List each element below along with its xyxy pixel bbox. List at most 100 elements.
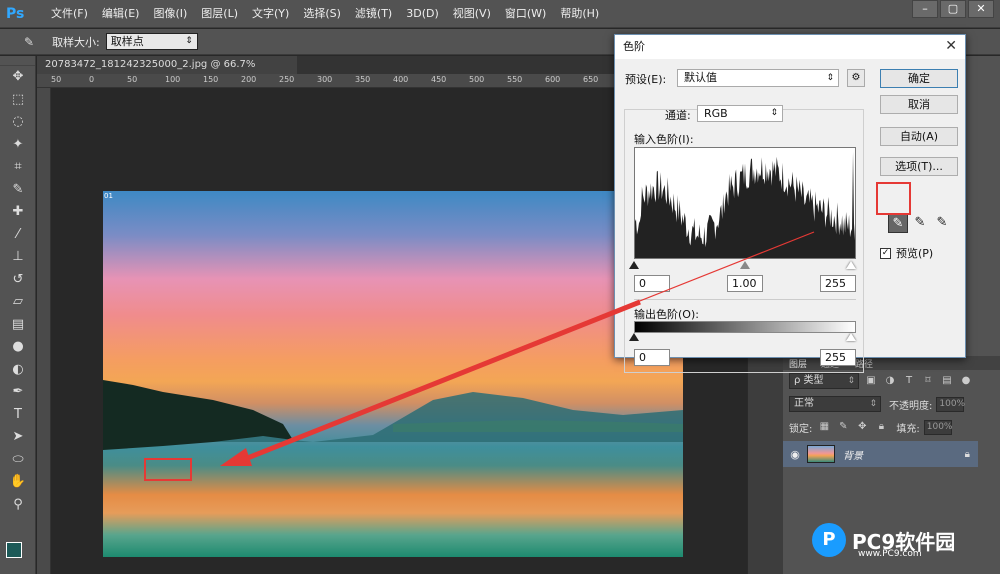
preview-checkbox[interactable]: ✓: [880, 247, 891, 259]
ok-button[interactable]: 确定: [880, 69, 958, 88]
gray-eyedropper-icon[interactable]: ✎: [910, 213, 930, 233]
blur-tool-icon[interactable]: ●: [0, 336, 36, 359]
channel-select[interactable]: RGB: [697, 105, 783, 122]
lock-transparent-icon[interactable]: ▦: [817, 420, 831, 434]
pen-tool-icon[interactable]: ✒: [0, 381, 36, 404]
layer-thumbnail: [807, 445, 835, 463]
zoom-tool-icon[interactable]: ⚲: [0, 494, 36, 517]
foreground-color-swatch[interactable]: [6, 542, 22, 558]
dodge-tool-icon[interactable]: ◐: [0, 359, 36, 382]
hand-tool-icon[interactable]: ✋: [0, 471, 36, 494]
document-tab[interactable]: 20783472_181242325000_2.jpg @ 66.7%(RGB/…: [37, 56, 297, 88]
output-white-field[interactable]: 255: [820, 349, 856, 366]
lock-pixels-icon[interactable]: ✎: [836, 420, 850, 434]
output-black-field[interactable]: 0: [634, 349, 670, 366]
photo-corner-label: 01: [104, 192, 113, 200]
brush-tool-icon[interactable]: ⁄: [0, 224, 36, 247]
filter-toggle-icon[interactable]: ●: [959, 374, 973, 388]
input-white-field[interactable]: 255: [820, 275, 856, 292]
black-point-handle[interactable]: [629, 261, 639, 269]
options-button[interactable]: 选项(T)...: [880, 157, 958, 176]
eyedropper-tool-icon[interactable]: ✎: [0, 179, 36, 202]
healing-tool-icon[interactable]: ✚: [0, 201, 36, 224]
gamma-handle[interactable]: [740, 261, 750, 269]
menu-help[interactable]: 帮助(H): [553, 0, 606, 28]
preview-row[interactable]: ✓ 预览(P): [880, 245, 933, 261]
output-levels-label: 输出色阶(O):: [634, 308, 699, 321]
auto-button[interactable]: 自动(A): [880, 127, 958, 146]
watermark-url: www.PC9.com: [858, 549, 922, 559]
preset-select[interactable]: 默认值: [677, 69, 839, 87]
white-eyedropper-icon[interactable]: ✎: [932, 213, 952, 233]
layer-lock-icon: 🔒︎: [964, 448, 970, 460]
type-tool-icon[interactable]: T: [0, 404, 36, 427]
cancel-button[interactable]: 取消: [880, 95, 958, 114]
output-slider[interactable]: [629, 333, 856, 345]
ruler-tick-label: 0: [89, 75, 95, 84]
fill-input[interactable]: 100%: [923, 419, 952, 435]
tools-grip[interactable]: [0, 56, 35, 66]
sample-size-select[interactable]: 取样点: [105, 33, 198, 50]
smart-filter-icon[interactable]: ▤: [940, 374, 954, 388]
type-filter-icon[interactable]: T: [902, 374, 916, 388]
ruler-tick-label: 300: [317, 75, 333, 84]
output-black-handle[interactable]: [629, 333, 639, 341]
marquee-tool-icon[interactable]: ⬚: [0, 89, 36, 112]
adjustment-filter-icon[interactable]: ◑: [883, 374, 897, 388]
levels-dialog: 色阶 ✕ 预设(E): 默认值 ⚙ 通道: RGB 输入色阶(I): 0 1.0…: [614, 34, 966, 373]
menu-3d[interactable]: 3D(D): [399, 0, 446, 28]
gradient-tool-icon[interactable]: ▤: [0, 314, 36, 337]
input-gamma-field[interactable]: 1.00: [727, 275, 763, 292]
lasso-tool-icon[interactable]: ◌: [0, 111, 36, 134]
pixel-filter-icon[interactable]: ▣: [864, 374, 878, 388]
white-point-handle[interactable]: [846, 261, 856, 269]
menu-select[interactable]: 选择(S): [296, 0, 348, 28]
sample-size-label: 取样大小:: [52, 35, 100, 49]
layer-row-background[interactable]: ◉ 背景 🔒︎: [783, 441, 978, 467]
eraser-tool-icon[interactable]: ▱: [0, 291, 36, 314]
lock-all-icon[interactable]: 🔒︎: [874, 420, 888, 434]
lock-row: 锁定: ▦ ✎ ✥ 🔒︎ 填充: 100%: [783, 416, 1000, 438]
opacity-input[interactable]: 100%: [936, 396, 965, 412]
dialog-close-icon[interactable]: ✕: [945, 38, 957, 54]
menu-filter[interactable]: 滤镜(T): [348, 0, 399, 28]
layer-filter-row: ρ 类型 ▣ ◑ T ⌑ ▤ ●: [783, 370, 1000, 392]
lock-position-icon[interactable]: ✥: [855, 420, 869, 434]
output-white-handle[interactable]: [846, 333, 856, 341]
shape-tool-icon[interactable]: ⬭: [0, 449, 36, 472]
window-controls: – ▢ ✕: [912, 0, 994, 18]
visibility-eye-icon[interactable]: ◉: [783, 448, 807, 461]
black-eyedropper-icon[interactable]: ✎: [888, 213, 908, 233]
maximize-button[interactable]: ▢: [940, 0, 966, 18]
close-button[interactable]: ✕: [968, 0, 994, 18]
watermark: P PC9软件园 www.PC9.com: [812, 523, 955, 559]
menu-edit[interactable]: 编辑(E): [95, 0, 147, 28]
stamp-tool-icon[interactable]: ⊥: [0, 246, 36, 269]
eyedropper-tool-icon[interactable]: ✎: [24, 35, 34, 49]
crop-tool-icon[interactable]: ⌗: [0, 156, 36, 179]
input-slider[interactable]: [629, 259, 856, 271]
menu-file[interactable]: 文件(F): [44, 0, 95, 28]
menu-image[interactable]: 图像(I): [146, 0, 194, 28]
shape-filter-icon[interactable]: ⌑: [921, 374, 935, 388]
ruler-tick-label: 650: [583, 75, 599, 84]
input-black-field[interactable]: 0: [634, 275, 670, 292]
menu-type[interactable]: 文字(Y): [245, 0, 296, 28]
lake-sunset-photo[interactable]: [103, 191, 683, 557]
magic-wand-tool-icon[interactable]: ✦: [0, 134, 36, 157]
separator: [634, 299, 856, 300]
blend-mode-select[interactable]: 正常: [789, 396, 881, 412]
ruler-tick-label: 500: [469, 75, 485, 84]
path-select-tool-icon[interactable]: ➤: [0, 426, 36, 449]
menu-window[interactable]: 窗口(W): [498, 0, 553, 28]
menu-view[interactable]: 视图(V): [446, 0, 498, 28]
menu-layer[interactable]: 图层(L): [194, 0, 245, 28]
preset-label: 预设(E):: [625, 73, 667, 86]
ruler-tick-label: 350: [355, 75, 371, 84]
minimize-button[interactable]: –: [912, 0, 938, 18]
move-tool-icon[interactable]: ✥: [0, 66, 36, 89]
history-brush-tool-icon[interactable]: ↺: [0, 269, 36, 292]
lock-label: 锁定:: [789, 423, 813, 435]
preset-gear-icon[interactable]: ⚙: [847, 69, 865, 87]
layer-kind-select[interactable]: ρ 类型: [789, 373, 859, 389]
